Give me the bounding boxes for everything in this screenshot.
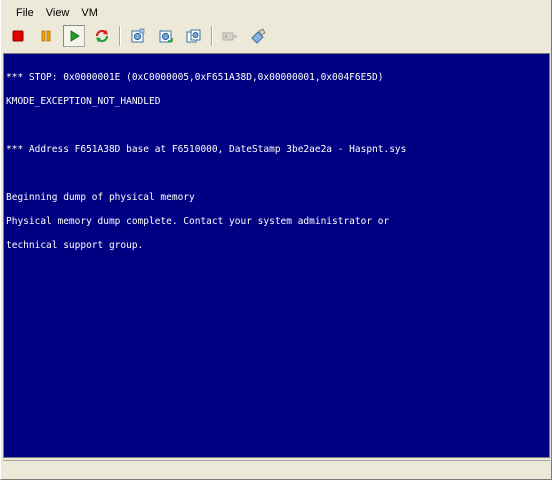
exception-name-line: KMODE_EXCEPTION_NOT_HANDLED: [6, 96, 161, 107]
revert-snapshot-icon: [159, 30, 173, 43]
vm-console-window: File View VM *** STOP: 0x0000001E (0xC00…: [0, 0, 552, 480]
pause-icon: [41, 30, 51, 42]
snapshot-manager-icon: [186, 29, 201, 43]
power-off-button[interactable]: [7, 25, 29, 47]
menu-vm[interactable]: VM: [76, 5, 103, 21]
take-snapshot-button[interactable]: [127, 25, 149, 47]
toolbar-separator: [119, 26, 121, 46]
revert-snapshot-button[interactable]: [155, 25, 177, 47]
dump-complete-line: Physical memory dump complete. Contact y…: [6, 216, 390, 227]
toolbar-separator: [211, 26, 213, 46]
install-tools-button[interactable]: [247, 25, 269, 47]
menu-view[interactable]: View: [41, 5, 75, 21]
address-line: *** Address F651A38D base at F6510000, D…: [6, 144, 407, 155]
reset-button[interactable]: [91, 25, 113, 47]
dump-begin-line: Beginning dump of physical memory: [6, 192, 195, 203]
support-line: technical support group.: [6, 240, 144, 251]
snapshot-manager-button[interactable]: [183, 25, 205, 47]
vm-display[interactable]: *** STOP: 0x0000001E (0xC0000005,0xF651A…: [3, 53, 550, 458]
install-tools-icon: [251, 28, 266, 44]
stop-code-line: *** STOP: 0x0000001E (0xC0000005,0xF651A…: [6, 72, 384, 83]
blue-screen-text: *** STOP: 0x0000001E (0xC0000005,0xF651A…: [4, 54, 549, 457]
suspend-button[interactable]: [35, 25, 57, 47]
power-on-button[interactable]: [63, 25, 85, 47]
removable-devices-button[interactable]: [219, 25, 241, 47]
reset-icon: [95, 29, 109, 43]
stop-icon: [12, 30, 24, 42]
menu-file[interactable]: File: [11, 5, 39, 21]
toolbar: [1, 23, 552, 49]
usb-device-icon: [222, 32, 237, 41]
play-icon: [70, 30, 80, 42]
status-bar: [3, 460, 550, 477]
snapshot-icon: [131, 28, 145, 43]
menu-bar: File View VM: [1, 4, 105, 22]
